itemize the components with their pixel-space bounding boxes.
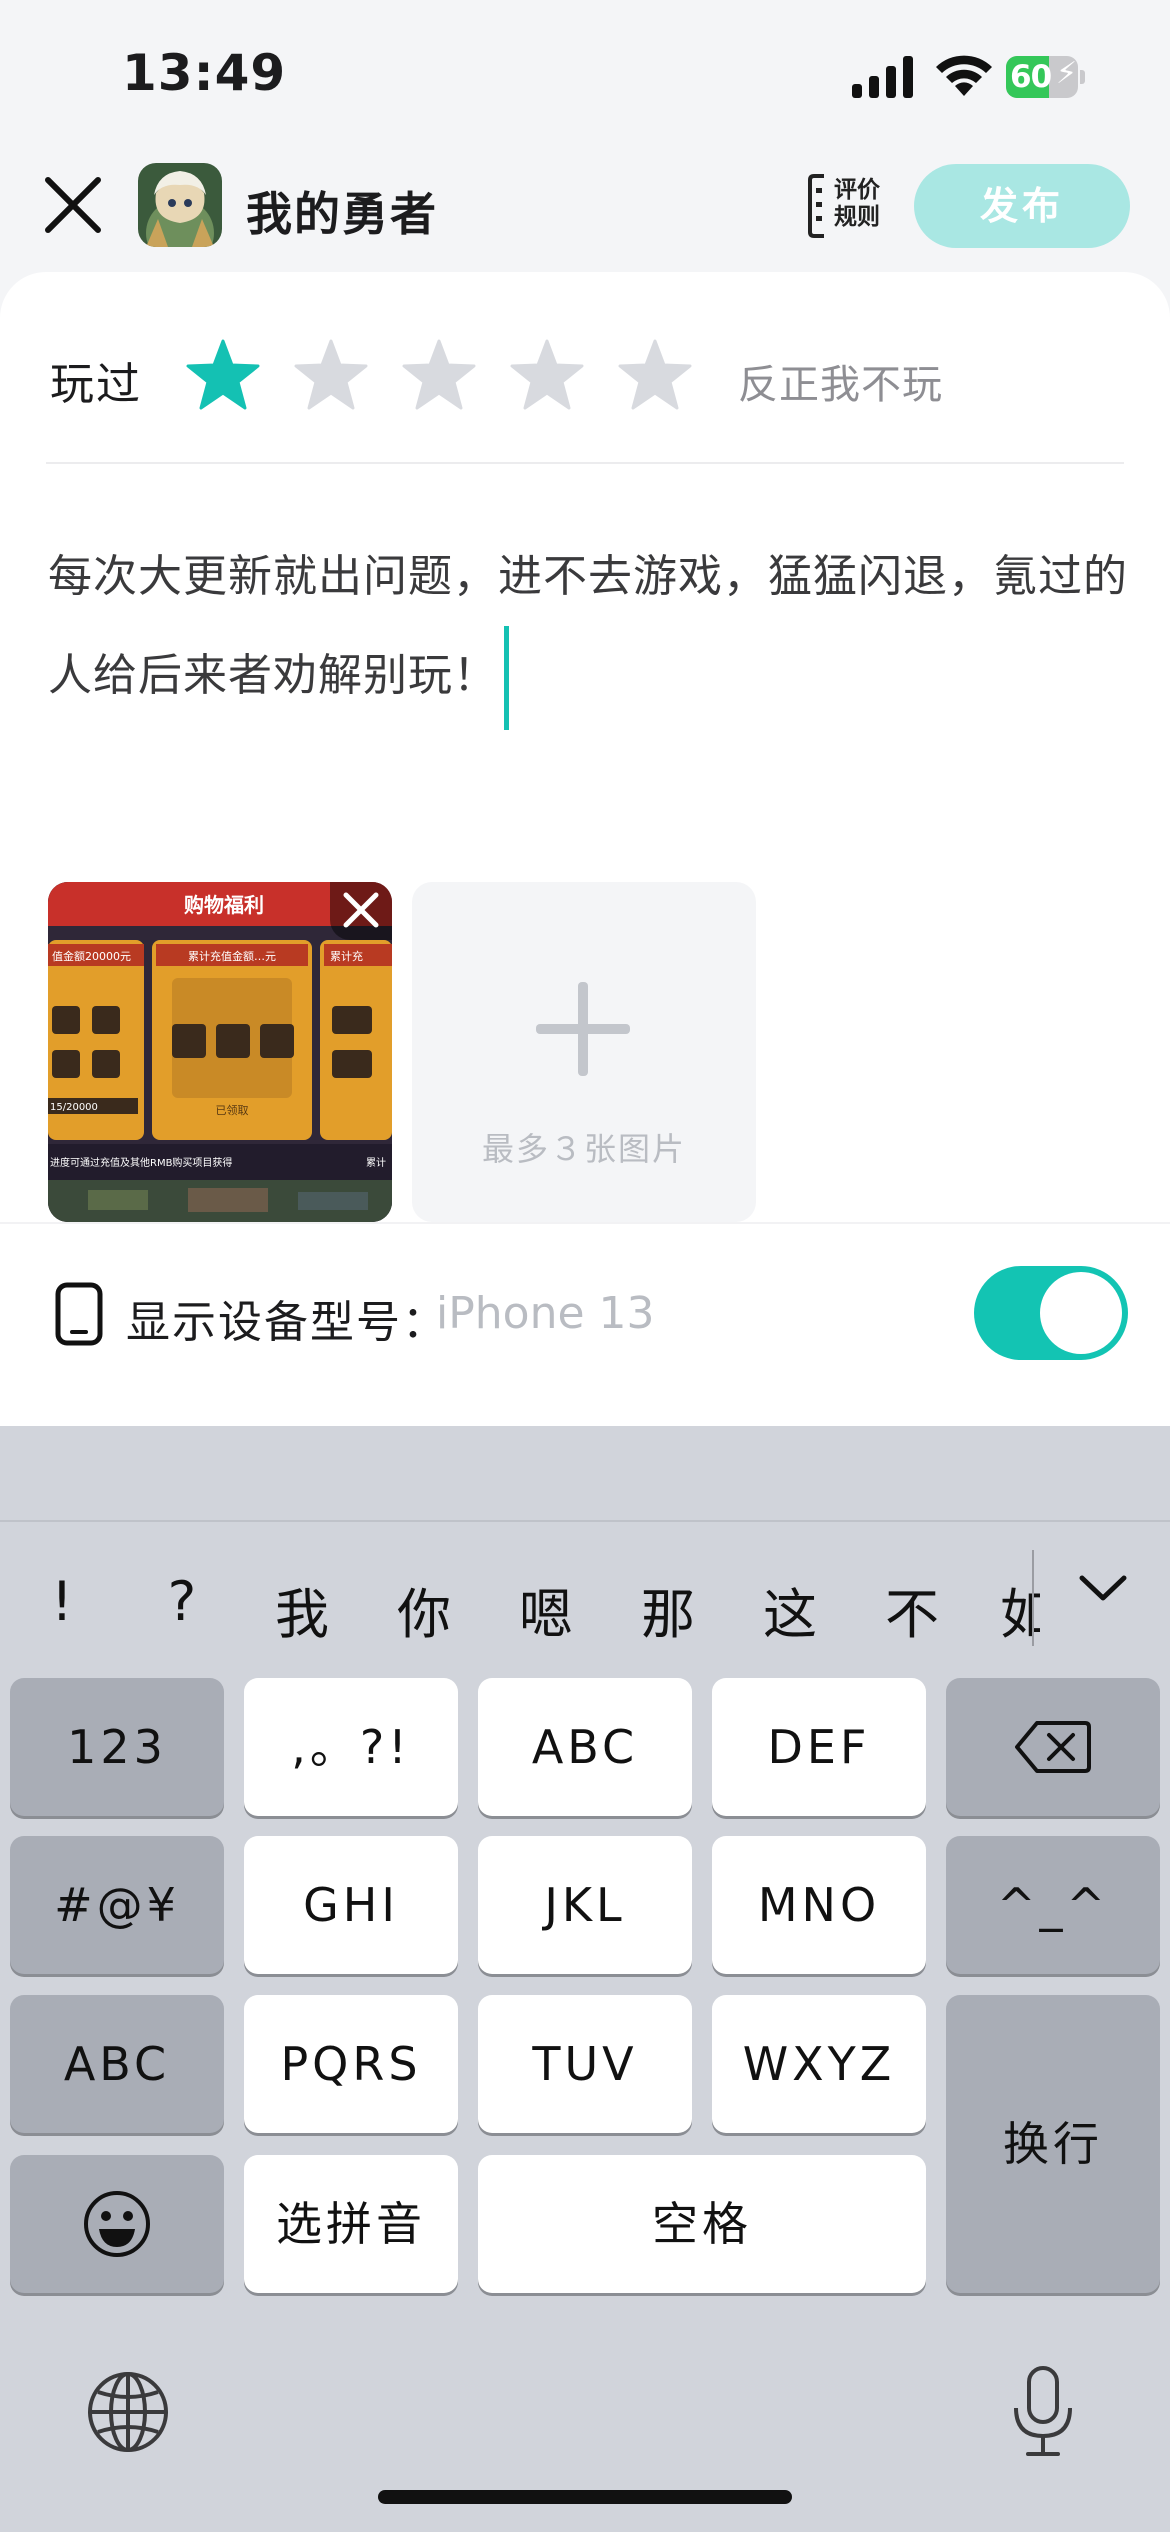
add-image-button[interactable]: 最多３张图片 bbox=[412, 882, 756, 1222]
remove-image-button[interactable] bbox=[330, 882, 392, 940]
microphone-icon[interactable] bbox=[1008, 2364, 1078, 2460]
candidate-word[interactable]: 那 bbox=[628, 1570, 708, 1649]
key-ghi[interactable]: GHI bbox=[244, 1836, 458, 1974]
text-cursor bbox=[504, 626, 509, 730]
thumb-footer-right: 累计 bbox=[366, 1156, 386, 1169]
played-label: 玩过 bbox=[50, 359, 142, 410]
phone-icon bbox=[55, 1282, 103, 1346]
key-emoticon[interactable]: ^_^ bbox=[946, 1836, 1160, 1974]
key-emoji[interactable] bbox=[10, 2155, 224, 2293]
candidate-word[interactable]: 这 bbox=[750, 1570, 830, 1649]
add-image-hint: 最多３张图片 bbox=[481, 1130, 686, 1168]
smiley-icon bbox=[84, 2191, 150, 2257]
thumb-card-3: 累计充 bbox=[330, 949, 363, 963]
star-icon[interactable] bbox=[618, 338, 692, 412]
backspace-icon bbox=[1015, 1721, 1091, 1773]
candidate-word[interactable]: 如 bbox=[1000, 1570, 1040, 1649]
charging-bolt-icon: ⚡ bbox=[1056, 56, 1078, 91]
toggle-knob bbox=[1040, 1272, 1122, 1354]
key-abc-mode[interactable]: ABC bbox=[10, 1995, 224, 2133]
star-icon[interactable] bbox=[186, 338, 260, 412]
review-card bbox=[0, 272, 1170, 1432]
status-bar: 13:49 60 ⚡ bbox=[0, 0, 1170, 150]
divider bbox=[46, 462, 1124, 464]
star-icon[interactable] bbox=[510, 338, 584, 412]
key-mno[interactable]: MNO bbox=[712, 1836, 926, 1974]
battery-icon: 60 ⚡ bbox=[1006, 56, 1085, 98]
star-icon[interactable] bbox=[402, 338, 476, 412]
candidate-word[interactable]: ? bbox=[142, 1570, 222, 1633]
candidate-word[interactable]: 不 bbox=[872, 1570, 952, 1649]
wifi-icon bbox=[936, 55, 992, 96]
battery-level: 60 bbox=[1010, 59, 1052, 95]
key-def[interactable]: DEF bbox=[712, 1678, 926, 1816]
cellular-signal-icon bbox=[852, 56, 913, 98]
app-icon bbox=[138, 163, 222, 247]
attached-image[interactable]: 购物福利 值金额20000元 累计充值金额…元 累计充 已领取 15/20000… bbox=[48, 882, 392, 1222]
rating-rules-button[interactable]: 评价规则 bbox=[806, 172, 890, 240]
candidate-word[interactable]: 你 bbox=[384, 1570, 464, 1649]
review-content: 每次大更新就出问题，进不去游戏，猛猛闪退，氪过的人给后来者劝解别玩！ bbox=[48, 551, 1128, 701]
candidate-word[interactable]: 我 bbox=[262, 1570, 342, 1649]
key-wxyz[interactable]: WXYZ bbox=[712, 1995, 926, 2133]
publish-button[interactable]: 发布 bbox=[914, 164, 1130, 248]
thumb-card-2: 累计充值金额…元 bbox=[188, 949, 276, 963]
rating-description: 反正我不玩 bbox=[738, 362, 943, 408]
thumb-title: 购物福利 bbox=[184, 893, 264, 917]
key-pqrs[interactable]: PQRS bbox=[244, 1995, 458, 2133]
key-symbols[interactable]: #@¥ bbox=[10, 1836, 224, 1974]
plus-icon bbox=[536, 982, 630, 1076]
star-icon[interactable] bbox=[294, 338, 368, 412]
candidate-separator bbox=[1032, 1550, 1034, 1646]
show-device-toggle[interactable] bbox=[974, 1266, 1128, 1360]
divider bbox=[0, 1222, 1170, 1224]
thumb-footer: 进度可通过充值及其他RMB购买项目获得 bbox=[50, 1156, 232, 1169]
device-model-label: 显示设备型号： bbox=[126, 1297, 448, 1348]
key-space[interactable]: 空格 bbox=[478, 2155, 926, 2293]
chevron-down-icon[interactable] bbox=[1072, 1568, 1134, 1608]
key-return[interactable]: 换行 bbox=[946, 1995, 1160, 2293]
rules-label: 评价规则 bbox=[834, 177, 880, 230]
close-icon[interactable] bbox=[38, 170, 108, 240]
review-textarea[interactable]: 每次大更新就出问题，进不去游戏，猛猛闪退，氪过的人给后来者劝解别玩！ bbox=[48, 528, 1138, 730]
thumb-progress: 15/20000 bbox=[50, 1102, 98, 1113]
key-abc[interactable]: ABC bbox=[478, 1678, 692, 1816]
key-tuv[interactable]: TUV bbox=[478, 1995, 692, 2133]
thumb-claimed: 已领取 bbox=[216, 1104, 249, 1117]
globe-icon[interactable] bbox=[84, 2368, 172, 2456]
key-123[interactable]: 123 bbox=[10, 1678, 224, 1816]
close-icon bbox=[343, 892, 379, 928]
key-select-pinyin[interactable]: 选拼音 bbox=[244, 2155, 458, 2293]
home-indicator bbox=[378, 2490, 792, 2504]
candidate-word[interactable]: ! bbox=[22, 1570, 102, 1633]
candidate-word[interactable]: 嗯 bbox=[506, 1570, 586, 1649]
thumb-card-1: 值金额20000元 bbox=[52, 949, 131, 963]
key-jkl[interactable]: JKL bbox=[478, 1836, 692, 1974]
app-title: 我的勇者 bbox=[246, 187, 438, 241]
key-punctuation[interactable]: ,。?! bbox=[244, 1678, 458, 1816]
key-backspace[interactable] bbox=[946, 1678, 1160, 1816]
device-model-value: iPhone 13 bbox=[436, 1288, 655, 1339]
status-time: 13:49 bbox=[122, 44, 287, 102]
